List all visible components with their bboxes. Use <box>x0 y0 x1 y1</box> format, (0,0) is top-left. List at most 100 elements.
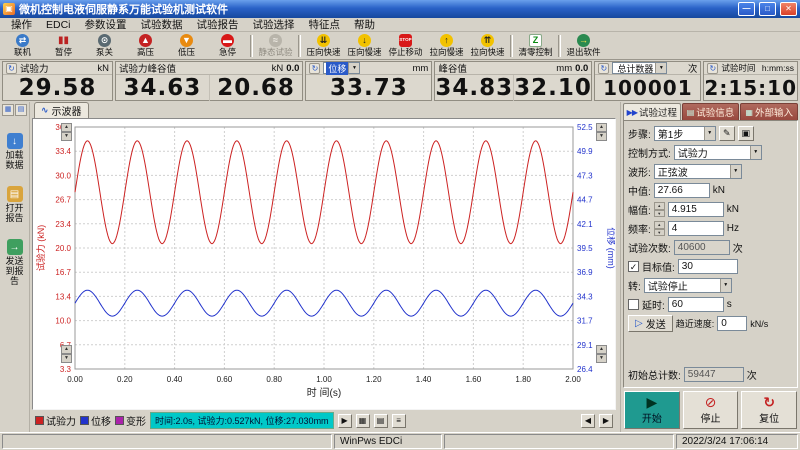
scroll-down-icon[interactable]: ▼ <box>61 132 72 141</box>
low-pressure-button[interactable]: ▼ 低压 <box>166 33 207 59</box>
data-sheet-button[interactable]: ▤ <box>374 414 388 428</box>
refresh-icon[interactable]: ↻ <box>707 63 718 74</box>
stop-label: 停止 <box>701 410 721 425</box>
frequency-input[interactable] <box>668 221 724 236</box>
scroll-right-button[interactable]: ▶ <box>599 414 613 428</box>
tab-test-info[interactable]: ▤ 试验信息 <box>682 103 740 120</box>
menu-bar: 操作 EDCi 参数设置 试验数据 试验报告 试验选择 特征点 帮助 <box>0 18 800 32</box>
open-report-button[interactable]: ▤ 打开报告 <box>1 183 28 226</box>
load-data-button[interactable]: ↓ 加载数据 <box>1 130 28 173</box>
save-step-button[interactable]: ▣ <box>738 126 754 141</box>
edit-step-button[interactable]: ✎ <box>719 126 735 141</box>
svg-text:位移 (mm): 位移 (mm) <box>606 227 615 269</box>
control-mode-select[interactable]: 试验力 ▼ <box>674 145 762 160</box>
menu-operate[interactable]: 操作 <box>4 17 39 32</box>
refresh-icon[interactable]: ↻ <box>598 63 609 74</box>
displacement-channel-select[interactable]: 位移 ▼ <box>323 62 360 74</box>
approach-speed-input[interactable] <box>717 316 747 331</box>
legend-deformation[interactable]: 变形 <box>115 413 146 428</box>
scroll-up-icon[interactable]: ▲ <box>61 123 72 132</box>
counter-select[interactable]: 总计数器 ▼ <box>612 62 667 74</box>
menu-test-report[interactable]: 试验报告 <box>190 17 246 32</box>
step-up-icon[interactable]: ▲ <box>654 202 665 210</box>
readout-disp-peaks: 峰谷值 mm 0.0 34.83 32.10 <box>434 61 592 101</box>
legend-displacement[interactable]: 位移 <box>80 413 111 428</box>
stop-moving-button[interactable]: STOP 停止移动 <box>385 33 426 59</box>
stop-button[interactable]: ⊘ 停止 <box>683 391 739 429</box>
scroll-down-icon[interactable]: ▼ <box>596 354 607 363</box>
delay-input[interactable] <box>668 297 724 312</box>
scroll-left-button[interactable]: ◀ <box>581 414 595 428</box>
menu-test-select[interactable]: 试验选择 <box>246 17 302 32</box>
amplitude-stepper[interactable]: ▲ ▼ <box>654 202 665 217</box>
turn-select[interactable]: 试验停止 ▼ <box>644 278 732 293</box>
scroll-down-icon[interactable]: ▼ <box>596 132 607 141</box>
scroll-up-icon[interactable]: ▲ <box>596 123 607 132</box>
target-checkbox[interactable]: ✓ <box>628 261 639 272</box>
toolbar-separator <box>298 35 301 57</box>
target-input[interactable] <box>678 259 738 274</box>
step-select[interactable]: 第1步 ▼ <box>654 126 716 141</box>
tab-oscilloscope[interactable]: ∿ 示波器 <box>34 102 89 118</box>
minimize-button[interactable]: — <box>738 2 755 16</box>
exit-software-button[interactable]: → 退出软件 <box>563 33 604 59</box>
pause-icon: ▮▮ <box>57 34 70 47</box>
menu-parameter-settings[interactable]: 参数设置 <box>78 17 134 32</box>
frequency-stepper[interactable]: ▲ ▼ <box>654 221 665 236</box>
menu-help[interactable]: 帮助 <box>347 17 382 32</box>
scroll-up-icon[interactable]: ▲ <box>596 345 607 354</box>
pause-button[interactable]: ▮▮ 暂停 <box>43 33 84 59</box>
press-slow-button[interactable]: ↓ 压向慢速 <box>344 33 385 59</box>
menu-test-data[interactable]: 试验数据 <box>134 17 190 32</box>
send-to-report-button[interactable]: → 发送到报告 <box>1 236 28 289</box>
status-cell-spacer <box>444 434 674 449</box>
scroll-up-icon[interactable]: ▲ <box>61 345 72 354</box>
delay-checkbox[interactable] <box>628 299 639 310</box>
menu-edci[interactable]: EDCi <box>39 19 78 31</box>
maximize-button[interactable]: □ <box>759 2 776 16</box>
zero-control-button[interactable]: Z 清零控制 <box>515 33 556 59</box>
reset-button[interactable]: ↻ 复位 <box>741 391 797 429</box>
list-button[interactable]: ≡ <box>392 414 406 428</box>
refresh-icon[interactable]: ↻ <box>6 63 17 74</box>
refresh-icon[interactable]: ↻ <box>309 63 320 74</box>
menu-feature-points[interactable]: 特征点 <box>302 17 348 32</box>
pull-slow-button[interactable]: ↑ 拉向慢速 <box>426 33 467 59</box>
step-up-icon[interactable]: ▲ <box>654 221 665 229</box>
waveform-select[interactable]: 正弦波 ▼ <box>654 164 742 179</box>
force-peaks-unit: kN <box>272 63 284 74</box>
high-pressure-button[interactable]: ▲ 高压 <box>125 33 166 59</box>
grid-toggle-button[interactable]: ▦ <box>356 414 370 428</box>
close-button[interactable]: ✕ <box>780 2 797 16</box>
legend-force[interactable]: 试验力 <box>35 413 76 428</box>
pull-fast-button[interactable]: ⇈ 拉向快速 <box>467 33 508 59</box>
scroll-down-icon[interactable]: ▼ <box>61 354 72 363</box>
mini-tool-icon-2[interactable]: ▤ <box>15 104 27 116</box>
start-button[interactable]: ▶ 开始 <box>624 391 680 429</box>
send-button[interactable]: ▷ 发送 <box>628 315 673 332</box>
svg-text:2.00: 2.00 <box>565 375 581 384</box>
cycles-input[interactable] <box>674 240 730 255</box>
press-fast-button[interactable]: ⇊ 压向快速 <box>303 33 344 59</box>
mini-tool-icon-1[interactable]: ▦ <box>2 104 14 116</box>
exit-icon: → <box>577 34 590 47</box>
amplitude-input[interactable] <box>668 202 724 217</box>
static-test-button[interactable]: ≈ 静态试验 <box>255 33 296 59</box>
force-peak-value: 34.63 <box>116 75 210 101</box>
step-down-icon[interactable]: ▼ <box>654 210 665 218</box>
initial-count-input[interactable] <box>684 367 744 382</box>
play-button[interactable]: ▶ <box>338 414 352 428</box>
scope-plot: 36.733.430.026.723.420.016.713.410.06.73… <box>33 119 615 409</box>
svg-text:20.0: 20.0 <box>55 244 71 253</box>
connect-button[interactable]: ⇄ 联机 <box>2 33 43 59</box>
pump-off-button[interactable]: ⊙ 泵关 <box>84 33 125 59</box>
readout-counter: ↻ 总计数器 ▼ 次 100001 <box>594 61 701 101</box>
force-unit: kN <box>97 63 109 74</box>
tab-test-process[interactable]: ▶▶ 试验过程 <box>623 103 681 120</box>
svg-text:1.40: 1.40 <box>416 375 432 384</box>
tab-external-input[interactable]: ▦ 外部输入 <box>740 103 798 120</box>
step-down-icon[interactable]: ▼ <box>654 229 665 237</box>
mean-input[interactable] <box>654 183 710 198</box>
emergency-stop-button[interactable]: ▬ 急停 <box>207 33 248 59</box>
frequency-label: 频率: <box>628 221 651 236</box>
